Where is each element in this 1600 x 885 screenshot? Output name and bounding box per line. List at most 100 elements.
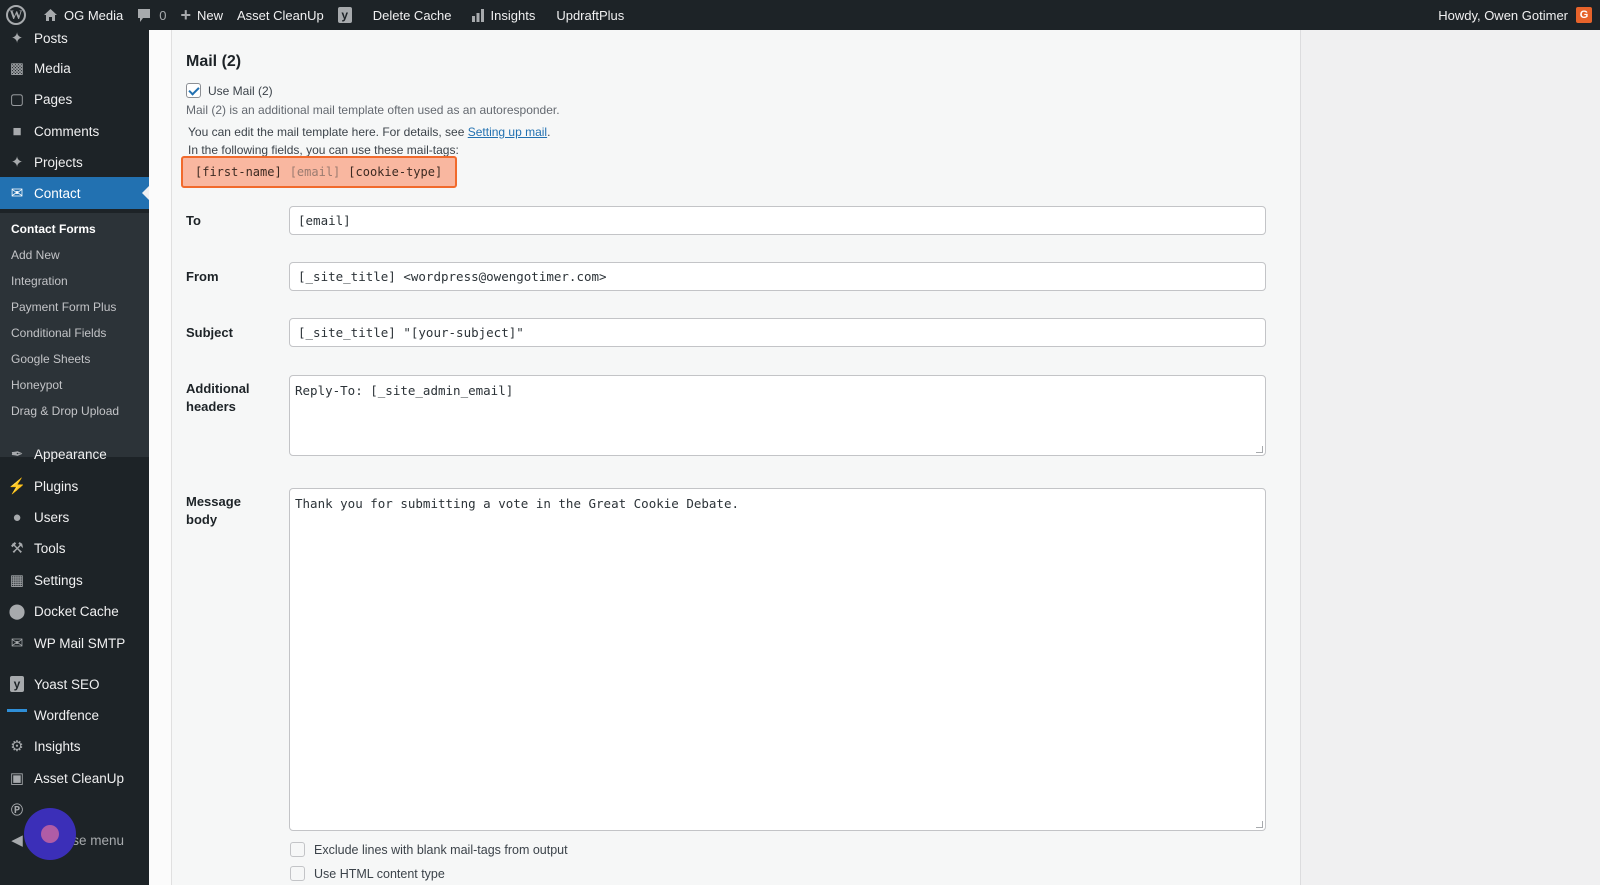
setting-up-mail-link[interactable]: Setting up mail	[468, 125, 547, 139]
html-content-checkbox[interactable]	[290, 866, 305, 881]
submenu-drag-drop-upload[interactable]: Drag & Drop Upload	[11, 404, 119, 418]
resize-handle[interactable]	[1256, 821, 1263, 828]
plug-icon: ⚡	[7, 478, 27, 495]
subject-field[interactable]: [_site_title] "[your-subject]"	[289, 318, 1266, 347]
mail-tag: [cookie-type]	[348, 165, 443, 179]
sidebar-item-label: Appearance	[34, 446, 107, 462]
sidebar-item-wp-mail-smtp[interactable]: ✉ WP Mail SMTP	[0, 627, 149, 659]
sidebar-item-docket-cache[interactable]: ⬤ Docket Cache	[0, 595, 149, 627]
insights-icon: ⚙	[10, 738, 24, 755]
from-label: From	[186, 269, 219, 284]
submenu-contact-forms[interactable]: Contact Forms	[11, 222, 96, 236]
use-mail2-option[interactable]: Use Mail (2)	[186, 83, 273, 98]
sidebar-item-label: Contact	[34, 185, 81, 201]
plus-icon: +	[180, 4, 191, 25]
yoast-link[interactable]: y	[331, 0, 359, 30]
html-content-option[interactable]: Use HTML content type	[290, 866, 445, 881]
sidebar-item-label: Plugins	[34, 478, 79, 494]
yoast-icon: y	[337, 7, 352, 23]
mail-tags-note: In the following fields, you can use the…	[188, 143, 459, 157]
sidebar-item-label: Asset CleanUp	[34, 770, 125, 786]
mail2-title: Mail (2)	[186, 53, 242, 70]
sidebar-item-yoast-seo[interactable]: y Yoast SEO	[0, 668, 149, 700]
additional-headers-label: Additional headers	[186, 380, 250, 416]
sidebar-item-projects[interactable]: ✦ Projects	[0, 146, 149, 178]
sidebar-item-label: Settings	[34, 572, 83, 588]
sidebar-item-users[interactable]: ● Users	[0, 501, 149, 533]
sidebar-item-asset-cleanup[interactable]: ▣ Asset CleanUp	[0, 762, 149, 794]
sidebar-item-label: Users	[34, 509, 70, 525]
label-line: Additional	[186, 381, 250, 396]
label-line: headers	[186, 399, 236, 414]
avatar: G	[1576, 7, 1592, 23]
right-empty-area	[1301, 30, 1600, 885]
sidebar-item-pages[interactable]: ▢ Pages	[0, 83, 149, 115]
content-gutter	[149, 30, 171, 885]
sidebar-item-settings[interactable]: ▦ Settings	[0, 564, 149, 596]
my-account-menu[interactable]: Howdy, Owen Gotimer G	[1431, 0, 1600, 30]
submenu-honeypot[interactable]: Honeypot	[11, 378, 62, 392]
wordpress-logo-menu[interactable]: W	[0, 0, 36, 30]
new-content-link[interactable]: + New	[173, 0, 230, 30]
user-icon: ●	[12, 508, 22, 526]
subject-label: Subject	[186, 325, 233, 340]
sidebar-item-label: Media	[34, 60, 71, 76]
sidebar-item-label: Docket Cache	[34, 603, 119, 619]
submenu-integration[interactable]: Integration	[11, 274, 68, 288]
submenu-conditional-fields[interactable]: Conditional Fields	[11, 326, 106, 340]
sidebar-item-plugins[interactable]: ⚡ Plugins	[0, 470, 149, 502]
site-name-link[interactable]: OG Media	[36, 0, 130, 30]
bar-chart-icon	[471, 8, 485, 22]
sidebar-item-appearance[interactable]: ✒ Appearance	[0, 438, 149, 470]
cursor-indicator	[24, 808, 76, 860]
submenu-add-new[interactable]: Add New	[11, 248, 60, 262]
from-field[interactable]: [_site_title] <wordpress@owengotimer.com…	[289, 262, 1266, 291]
sidebar-item-tools[interactable]: ⚒ Tools	[0, 532, 149, 564]
sidebar-item-label: Tools	[34, 540, 66, 556]
asset-cleanup-icon: ▣	[9, 770, 25, 787]
comments-link[interactable]: 0	[130, 0, 173, 30]
to-label: To	[186, 213, 201, 228]
asset-cleanup-link[interactable]: Asset CleanUp	[230, 0, 331, 30]
comment-icon: ■	[12, 122, 22, 140]
sidebar-item-label: Posts	[34, 30, 68, 46]
use-mail2-checkbox[interactable]	[186, 83, 201, 98]
message-body-field[interactable]: Thank you for submitting a vote in the G…	[289, 488, 1266, 831]
to-field[interactable]: [email]	[289, 206, 1266, 235]
submenu-google-sheets[interactable]: Google Sheets	[11, 352, 90, 366]
d-icon: Ⓟ	[10, 802, 23, 817]
sidebar-item-label: Comments	[34, 123, 100, 139]
insights-link[interactable]: Insights	[459, 0, 543, 30]
sidebar-item-label: WP Mail SMTP	[34, 635, 126, 651]
sidebar-item-media[interactable]: ▩ Media	[0, 52, 149, 84]
updraftplus-link[interactable]: UpdraftPlus	[542, 0, 631, 30]
additional-headers-field[interactable]: Reply-To: [_site_admin_email]	[289, 375, 1266, 456]
delete-cache-link[interactable]: Delete Cache	[359, 0, 459, 30]
edit-note-end: .	[547, 125, 551, 139]
resize-handle[interactable]	[1256, 446, 1263, 453]
message-body-label: Message body	[186, 493, 241, 529]
sidebar-item-label: Projects	[34, 154, 83, 170]
label-line: body	[186, 512, 218, 527]
submenu-payment-form-plus[interactable]: Payment Form Plus	[11, 300, 116, 314]
sidebar-item-contact[interactable]: ✉ Contact	[0, 177, 149, 209]
sidebar-item-d[interactable]: Ⓟ	[0, 793, 149, 825]
wordpress-logo-icon: W	[6, 5, 26, 25]
comments-count: 0	[159, 7, 167, 23]
sidebar-item-insights[interactable]: ⚙ Insights	[0, 730, 149, 762]
mail-tag: [email]	[289, 165, 341, 179]
updraftplus-label: UpdraftPlus	[556, 7, 625, 23]
home-icon	[43, 8, 58, 22]
sidebar-item-comments[interactable]: ■ Comments	[0, 115, 149, 147]
exclude-blank-option[interactable]: Exclude lines with blank mail-tags from …	[290, 842, 568, 857]
exclude-blank-checkbox[interactable]	[290, 842, 305, 857]
comment-icon	[137, 8, 151, 23]
wrench-icon: ⚒	[10, 540, 24, 557]
pin-icon: ✦	[10, 154, 24, 171]
pages-icon: ▢	[9, 91, 25, 108]
sidebar-item-label: Yoast SEO	[34, 676, 100, 692]
sidebar-item-wordfence[interactable]: ▬▬ Wordfence	[0, 699, 149, 731]
edit-note-text: You can edit the mail template here. For…	[188, 125, 468, 139]
asset-cleanup-label: Asset CleanUp	[237, 7, 324, 23]
admin-sidebar: ✦ Posts ▩ Media ▢ Pages ■ Comments ✦ Pro…	[0, 30, 149, 885]
